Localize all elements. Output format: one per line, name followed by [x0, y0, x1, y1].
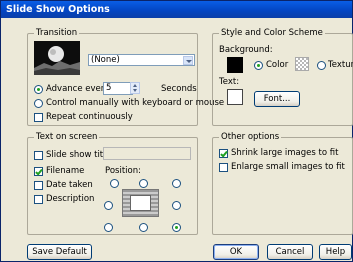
position-middle-right-radio[interactable] — [172, 201, 181, 210]
control-manually-label: Control manually with keyboard or mouse — [46, 98, 225, 108]
style-group-label: Style and Color Scheme — [219, 27, 325, 39]
position-top-left-radio[interactable] — [110, 179, 119, 188]
position-bottom-center-radio[interactable] — [139, 223, 148, 232]
background-color-swatch[interactable] — [227, 57, 243, 73]
position-top-right-radio[interactable] — [172, 179, 181, 188]
background-label: Background: — [219, 45, 273, 55]
spin-down-icon[interactable] — [133, 89, 137, 92]
repeat-continuously-checkbox[interactable] — [34, 113, 43, 122]
filename-label: Filename — [46, 166, 85, 176]
help-button[interactable]: Help — [319, 244, 352, 260]
advance-seconds-value: 5 — [106, 83, 112, 93]
repeat-continuously-label: Repeat continuously — [46, 112, 133, 122]
position-middle-left-radio[interactable] — [104, 201, 113, 210]
transition-effect-value: (None) — [91, 55, 120, 65]
cancel-button[interactable]: Cancel — [267, 244, 313, 260]
dialog-window: Slide Show Options Transition (None) Adv… — [0, 0, 353, 262]
advance-seconds-spinner[interactable] — [130, 82, 140, 94]
text-color-swatch[interactable] — [227, 89, 243, 105]
background-color-radio[interactable] — [254, 61, 263, 70]
save-default-button[interactable]: Save Default — [27, 244, 92, 260]
advance-every-radio[interactable] — [34, 85, 43, 94]
slide-show-title-checkbox[interactable] — [34, 151, 43, 160]
shrink-large-images-checkbox[interactable] — [219, 149, 228, 158]
transition-preview-image — [34, 41, 80, 75]
text-on-screen-group-label: Text on screen — [34, 131, 100, 143]
spin-up-icon[interactable] — [133, 84, 137, 87]
shrink-large-images-label: Shrink large images to fit — [231, 148, 339, 158]
slide-show-title-input[interactable] — [103, 147, 191, 160]
advance-unit-label: Seconds — [161, 84, 197, 94]
date-taken-label: Date taken — [46, 180, 93, 190]
position-preview-image — [122, 189, 159, 217]
date-taken-checkbox[interactable] — [34, 181, 43, 190]
description-label: Description — [46, 194, 95, 204]
position-bottom-right-radio[interactable] — [172, 223, 181, 232]
background-texture-swatch[interactable] — [295, 57, 309, 71]
text-color-label: Text: — [219, 77, 240, 87]
ok-button[interactable]: OK — [213, 244, 259, 260]
position-bottom-left-radio[interactable] — [104, 223, 113, 232]
chevron-down-icon[interactable] — [183, 56, 193, 65]
enlarge-small-images-checkbox[interactable] — [219, 163, 228, 172]
other-options-group-label: Other options — [219, 131, 282, 143]
background-texture-radio[interactable] — [317, 61, 326, 70]
advance-seconds-input[interactable]: 5 — [103, 82, 133, 95]
description-checkbox[interactable] — [34, 195, 43, 204]
control-manually-radio[interactable] — [34, 99, 43, 108]
transition-effect-select[interactable]: (None) — [88, 54, 195, 66]
enlarge-small-images-label: Enlarge small images to fit — [231, 162, 345, 172]
position-top-center-radio[interactable] — [139, 179, 148, 188]
position-label: Position: — [105, 166, 141, 176]
background-texture-label: Texture — [328, 60, 353, 70]
transition-group-label: Transition — [34, 27, 80, 39]
advance-every-label: Advance every: — [46, 84, 112, 94]
filename-checkbox[interactable] — [34, 167, 43, 176]
font-button[interactable]: Font... — [254, 91, 300, 107]
background-color-label: Color — [266, 60, 289, 70]
title-bar: Slide Show Options — [1, 1, 352, 18]
